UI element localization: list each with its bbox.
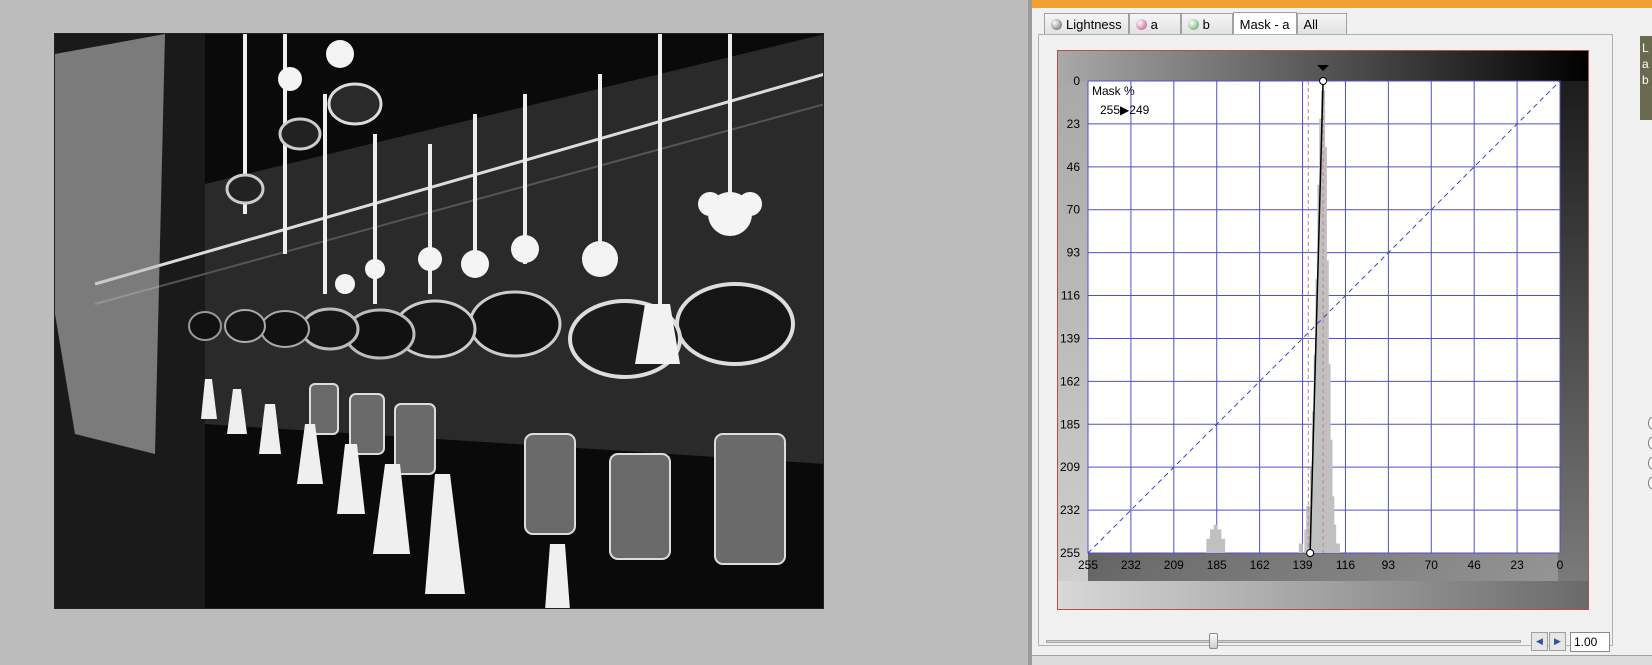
tab-b[interactable]: b (1180, 13, 1233, 34)
x-tick-label: 23 (1510, 558, 1524, 572)
image-canvas[interactable] (0, 0, 1028, 665)
y-tick-label: 139 (1060, 331, 1080, 345)
zoom-slider[interactable] (1046, 640, 1521, 643)
lightness-icon (1051, 18, 1062, 30)
mask-arrow-icon: ▶ (1120, 103, 1130, 117)
accent-strip (1032, 0, 1652, 8)
tab-label: b (1202, 16, 1210, 32)
y-tick-label: 232 (1060, 503, 1080, 517)
tab-a[interactable]: a (1128, 13, 1181, 34)
x-tick-label: 162 (1250, 558, 1270, 572)
histogram-bar (1210, 529, 1215, 553)
radio-option[interactable] (1648, 437, 1652, 449)
histogram-bar (1217, 529, 1222, 553)
x-tick-label: 232 (1121, 558, 1141, 572)
histogram-bar (1298, 543, 1303, 553)
radio-option[interactable] (1648, 477, 1652, 489)
photo-preview[interactable] (54, 33, 824, 609)
x-tick-label: 139 (1293, 558, 1313, 572)
x-tick-label: 116 (1336, 558, 1355, 572)
mask-readout: 255▶249 (1100, 103, 1149, 117)
tab-content: 0 23 46 70 93 116 139 162 185 209 232 255 255 232 209 1… (1038, 34, 1613, 646)
y-tick-label: 93 (1067, 246, 1081, 260)
zoom-slider-thumb[interactable] (1209, 633, 1218, 649)
zoom-slider-row: ◀ ▶ 1.00 (1046, 630, 1646, 654)
curve-plot[interactable]: 0 23 46 70 93 116 139 162 185 209 232 255 255 232 209 1… (1058, 51, 1590, 611)
histogram-bar (1213, 524, 1218, 553)
tab-label: Lightness (1066, 16, 1122, 32)
histogram-bar (1206, 538, 1211, 553)
mask-percent-label: Mask % (1092, 84, 1135, 98)
curve-top-handle (1317, 65, 1330, 71)
b-channel-icon (1187, 18, 1199, 30)
mask-to: 249 (1129, 103, 1150, 117)
y-tick-label: 23 (1067, 117, 1081, 131)
channel-tabs: Lightness a b Mask - a All (1044, 12, 1347, 35)
histogram-bar (1335, 543, 1340, 553)
tab-lightness[interactable]: Lightness (1044, 13, 1129, 34)
curves-panel: Lightness a b Mask - a All 0 23 46 70 93 116 1… (1032, 0, 1652, 665)
x-tick-label: 209 (1164, 558, 1184, 572)
status-bar (1032, 655, 1652, 665)
tab-all[interactable]: All (1296, 13, 1347, 34)
x-tick-label: 185 (1207, 558, 1227, 572)
info-line: b (1642, 73, 1649, 87)
chevron-left-icon[interactable]: ◀ (1531, 632, 1548, 651)
x-tick-label: 0 (1557, 558, 1564, 572)
y-tick-label: 46 (1067, 160, 1081, 174)
y-tick-label: 70 (1067, 203, 1081, 217)
histogram-bar (1332, 524, 1337, 553)
curve-editor[interactable]: 0 23 46 70 93 116 139 162 185 209 232 255 255 232 209 1… (1057, 50, 1589, 610)
x-tick-label: 70 (1425, 558, 1439, 572)
tab-label: a (1150, 16, 1158, 32)
y-tick-label: 116 (1061, 289, 1080, 303)
curve-control-point (1306, 549, 1315, 557)
curve-control-point (1319, 77, 1328, 85)
y-tick-label: 209 (1060, 460, 1080, 474)
tab-label: Mask - a (1239, 16, 1290, 32)
wind-chimes-image (55, 34, 823, 608)
channel-info-tag: L a b (1640, 36, 1652, 120)
chevron-right-icon[interactable]: ▶ (1549, 632, 1566, 651)
mask-from: 255 (1100, 103, 1121, 117)
y-tick-label: 0 (1073, 74, 1080, 88)
radio-option[interactable] (1648, 417, 1652, 429)
info-line: a (1642, 57, 1649, 71)
y-tick-label: 162 (1060, 374, 1080, 388)
radio-option[interactable] (1648, 457, 1652, 469)
a-channel-icon (1135, 18, 1147, 30)
histogram-bar (1221, 538, 1226, 553)
tab-label: All (1303, 16, 1318, 32)
info-line: L (1642, 41, 1649, 55)
y-tick-label: 185 (1060, 417, 1080, 431)
tab-mask-a[interactable]: Mask - a (1232, 12, 1297, 35)
x-tick-label: 255 (1078, 558, 1098, 572)
x-tick-label: 93 (1382, 558, 1396, 572)
zoom-value-field[interactable]: 1.00 (1570, 632, 1610, 652)
x-tick-label: 46 (1468, 558, 1482, 572)
